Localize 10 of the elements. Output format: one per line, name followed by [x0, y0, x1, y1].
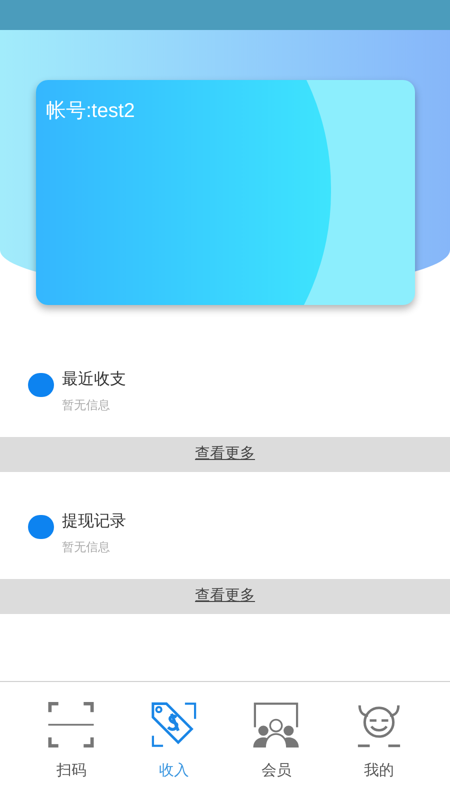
view-more-link[interactable]: 查看更多	[195, 585, 255, 608]
section-title: 最近收支	[62, 370, 126, 390]
empty-message: 暂无信息	[62, 397, 111, 414]
account-label: 帐号:test2	[46, 99, 135, 124]
empty-message: 暂无信息	[62, 539, 111, 556]
tab-item[interactable]: 会员	[236, 702, 316, 782]
tab-item[interactable]: 扫码	[31, 702, 112, 782]
section-title: 提现记录	[62, 512, 126, 532]
tab-item[interactable]: 我的	[338, 702, 419, 782]
view-more-link[interactable]: 查看更多	[195, 443, 255, 466]
